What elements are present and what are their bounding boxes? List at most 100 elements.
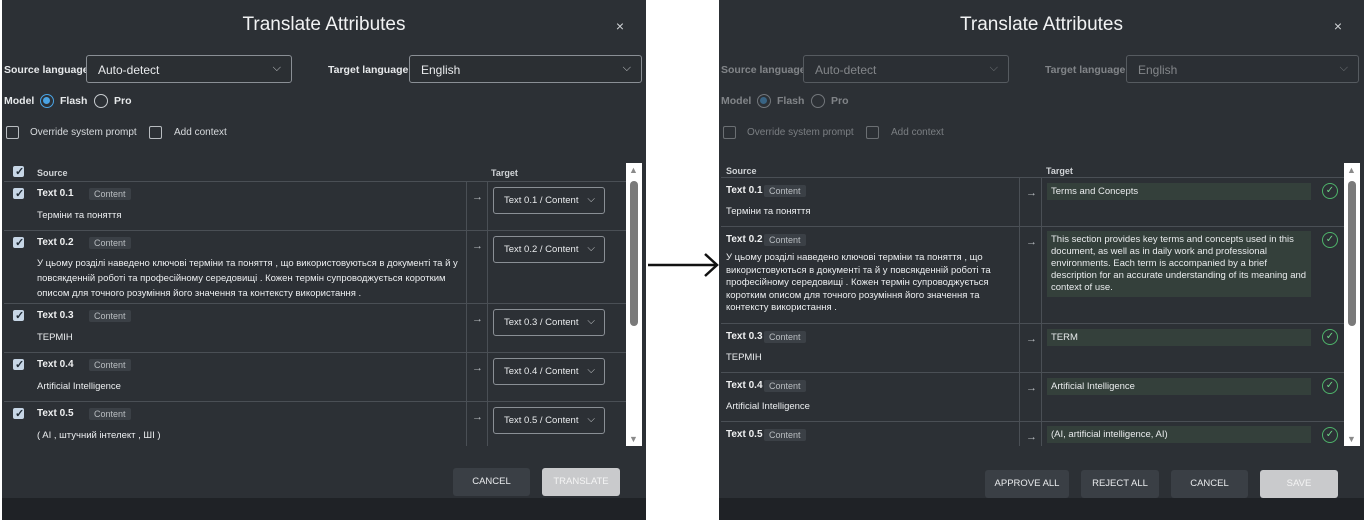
chevron-down-icon: ⌵ (587, 414, 595, 425)
arrow-right-icon: → (1026, 187, 1037, 199)
table-row: Text 0.4 Content Artificial Intelligence… (721, 373, 1346, 422)
source-text: Artificial Intelligence (37, 381, 121, 392)
scroll-down-icon[interactable]: ▼ (629, 434, 638, 444)
cancel-button[interactable]: CANCEL (1171, 470, 1248, 498)
row-checkbox[interactable] (13, 407, 24, 420)
translate-dialog-after: Translate Attributes × Source language A… (719, 0, 1364, 520)
target-select[interactable]: Text 0.4 / Content ⌵ (493, 358, 605, 385)
content-badge: Content (89, 408, 131, 420)
scroll-up-icon[interactable]: ▲ (629, 165, 638, 175)
target-select[interactable]: Text 0.5 / Content ⌵ (493, 407, 605, 434)
reject-all-button[interactable]: REJECT ALL (1081, 470, 1159, 498)
model-radio-flash[interactable] (40, 94, 54, 108)
override-system-prompt-label: Override system prompt (747, 127, 854, 138)
source-language-label: Source language (721, 64, 806, 76)
row-checkbox[interactable] (13, 358, 24, 371)
column-divider (487, 231, 488, 303)
scroll-thumb[interactable] (1348, 181, 1356, 326)
arrow-right-icon: → (1026, 333, 1037, 345)
add-context-checkbox[interactable] (149, 126, 162, 139)
override-system-prompt-label: Override system prompt (30, 127, 137, 138)
target-select[interactable]: Text 0.2 / Content ⌵ (493, 236, 605, 263)
content-badge: Content (89, 310, 131, 322)
override-system-prompt-checkbox[interactable] (6, 126, 19, 139)
column-divider (466, 402, 467, 446)
col-source: Source (726, 166, 757, 176)
target-select-value: Text 0.1 / Content (504, 195, 579, 206)
chevron-down-icon: ⌵ (272, 62, 281, 74)
table-header: Source Target (721, 163, 1346, 178)
approve-all-button[interactable]: APPROVE ALL (985, 470, 1069, 498)
table-row: Text 0.1 Content Терміни та поняття → Te… (721, 178, 1346, 227)
target-language-label: Target language (1045, 64, 1126, 76)
content-badge: Content (764, 234, 806, 246)
row-title: Text 0.5 (726, 429, 763, 440)
column-divider (1041, 422, 1042, 446)
content-badge: Content (764, 185, 806, 197)
table-row: Text 0.5 Content → (AI, artificial intel… (721, 422, 1346, 446)
model-option-flash: Flash (60, 95, 88, 107)
check-circle-icon[interactable]: ✓ (1322, 378, 1338, 394)
source-language-label: Source language (4, 64, 89, 76)
table-row: Text 0.2 Content У цьому розділі наведен… (4, 231, 628, 304)
source-language-select[interactable]: Auto-detect ⌵ (86, 55, 292, 83)
chevron-down-icon: ⌵ (1339, 62, 1348, 74)
table-row: Text 0.5 Content ( AI , штучний інтелект… (4, 402, 628, 446)
dialog-footer-shadow (719, 498, 1364, 520)
scroll-down-icon[interactable]: ▼ (1347, 434, 1356, 444)
add-context-checkbox (866, 126, 879, 139)
row-checkbox[interactable] (13, 309, 24, 322)
content-badge: Content (89, 237, 131, 249)
check-circle-icon[interactable]: ✓ (1322, 427, 1338, 443)
chevron-down-icon: ⌵ (622, 62, 631, 74)
target-select[interactable]: Text 0.3 / Content ⌵ (493, 309, 605, 336)
source-text: ТЕРМІН (37, 332, 73, 343)
target-select-value: Text 0.3 / Content (504, 317, 579, 328)
column-divider (466, 353, 467, 401)
content-badge: Content (764, 429, 806, 441)
target-select-value: Text 0.4 / Content (504, 366, 579, 377)
model-label: Model (721, 95, 752, 107)
column-divider (1041, 178, 1042, 226)
row-title: Text 0.1 (37, 188, 74, 199)
close-icon[interactable]: × (616, 18, 624, 34)
source-text: ТЕРМІН (726, 352, 762, 363)
translation-text[interactable]: Artificial Intelligence (1047, 378, 1311, 395)
close-icon[interactable]: × (1334, 18, 1342, 34)
translation-text[interactable]: Terms and Concepts (1047, 183, 1311, 200)
target-select-value: Text 0.5 / Content (504, 415, 579, 426)
check-circle-icon[interactable]: ✓ (1322, 232, 1338, 248)
table-scrollbar[interactable]: ▲ ▼ (1344, 163, 1360, 446)
check-circle-icon[interactable]: ✓ (1322, 183, 1338, 199)
target-select[interactable]: Text 0.1 / Content ⌵ (493, 187, 605, 214)
row-checkbox[interactable] (13, 236, 24, 249)
table-scrollbar[interactable]: ▲ ▼ (626, 163, 642, 446)
check-circle-icon[interactable]: ✓ (1322, 329, 1338, 345)
translate-button[interactable]: TRANSLATE (542, 468, 620, 496)
column-divider (466, 304, 467, 352)
source-text: Терміни та поняття (726, 206, 811, 217)
target-language-label: Target language (328, 64, 409, 76)
source-language-value: Auto-detect (815, 63, 877, 77)
row-checkbox[interactable] (13, 187, 24, 200)
scroll-thumb[interactable] (630, 181, 638, 326)
translation-text[interactable]: This section provides key terms and conc… (1047, 231, 1311, 297)
column-divider (1041, 373, 1042, 421)
translation-text[interactable]: TERM (1047, 329, 1311, 346)
model-radio-flash (757, 94, 771, 108)
model-radio-pro[interactable] (94, 94, 108, 108)
save-button[interactable]: SAVE (1260, 470, 1338, 498)
row-title: Text 0.2 (726, 234, 763, 245)
dialog-footer-shadow (2, 498, 646, 520)
col-source: Source (37, 168, 68, 178)
column-divider (487, 304, 488, 352)
attributes-table: Source Target Text 0.1 Content Терміни т… (4, 163, 628, 446)
cancel-button[interactable]: CANCEL (453, 468, 530, 496)
arrow-right-icon: → (1026, 236, 1037, 248)
table-header: Source Target (4, 163, 628, 182)
select-all-checkbox[interactable] (13, 165, 24, 178)
scroll-up-icon[interactable]: ▲ (1347, 165, 1356, 175)
row-title: Text 0.2 (37, 237, 74, 248)
translation-text[interactable]: (AI, artificial intelligence, AI) (1047, 426, 1311, 443)
target-language-select[interactable]: English ⌵ (409, 55, 642, 83)
